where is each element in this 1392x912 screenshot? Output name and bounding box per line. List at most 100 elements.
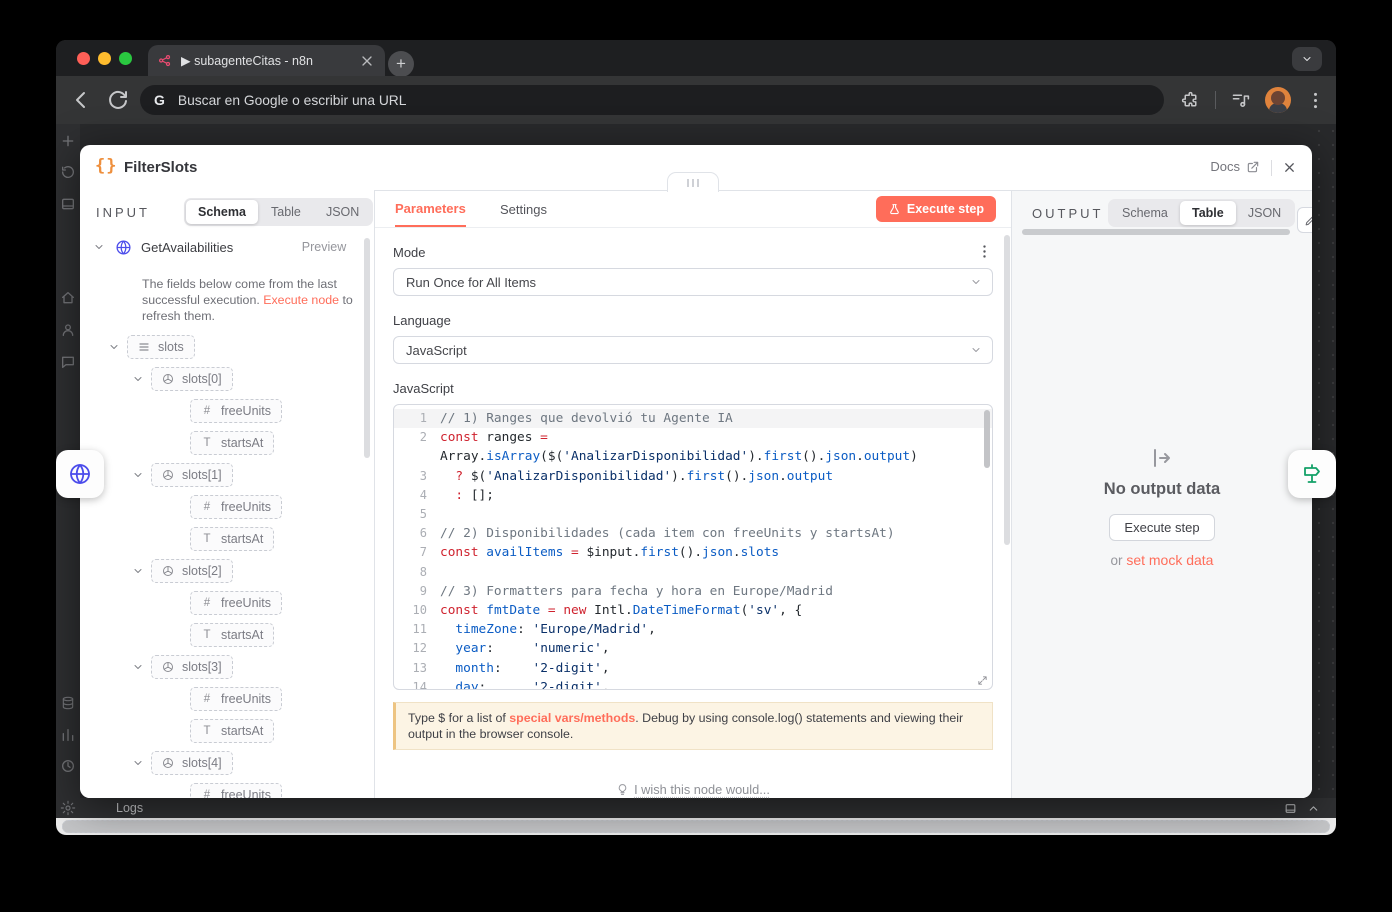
tab-json[interactable]: JSON — [314, 200, 371, 224]
tab-json[interactable]: JSON — [1236, 201, 1293, 225]
tree-item[interactable]: #freeUnits — [80, 587, 374, 619]
tree-item[interactable]: slots[3] — [80, 651, 374, 683]
chevron-down-icon[interactable] — [131, 565, 145, 577]
schema-field-pill[interactable]: slots[0] — [151, 367, 233, 391]
schema-field-pill[interactable]: TstartsAt — [190, 623, 274, 647]
chevron-down-icon[interactable] — [107, 341, 121, 353]
tree-item[interactable]: #freeUnits — [80, 683, 374, 715]
tree-item[interactable]: slots — [80, 331, 374, 363]
string-icon: T — [201, 629, 213, 641]
chevron-down-icon[interactable] — [131, 661, 145, 673]
tree-item[interactable]: TstartsAt — [80, 715, 374, 747]
code-editor[interactable]: 1// 1) Ranges que devolvió tu Agente IA2… — [393, 404, 993, 690]
schema-field-pill[interactable]: #freeUnits — [190, 687, 282, 711]
tree-item[interactable]: #freeUnits — [80, 779, 374, 798]
plus-icon[interactable] — [60, 133, 76, 149]
editor-scrollbar[interactable] — [984, 410, 990, 468]
tree-item[interactable]: TstartsAt — [80, 523, 374, 555]
chevron-down-icon[interactable] — [131, 373, 145, 385]
field-label: startsAt — [221, 532, 263, 546]
schema-field-pill[interactable]: slots[3] — [151, 655, 233, 679]
tab-search-button[interactable] — [1292, 47, 1322, 71]
input-node-stub[interactable] — [56, 450, 104, 498]
tree-item[interactable]: #freeUnits — [80, 395, 374, 427]
schema-tree: slots slots[0] #freeUnits TstartsAt slots[1]… — [80, 331, 374, 798]
tab-close-icon[interactable] — [359, 53, 375, 69]
logs-panel[interactable]: Logs — [80, 798, 1336, 818]
tab-settings[interactable]: Settings — [500, 191, 547, 227]
panel-drag-handle[interactable] — [667, 172, 719, 192]
schema-field-pill[interactable]: slots[2] — [151, 559, 233, 583]
tab-table[interactable]: Table — [258, 200, 314, 224]
schema-field-pill[interactable]: #freeUnits — [190, 591, 282, 615]
chevron-down-icon[interactable] — [131, 469, 145, 481]
execute-step-secondary-button[interactable]: Execute step — [1109, 514, 1214, 541]
chat-icon[interactable] — [60, 354, 76, 370]
schema-field-pill[interactable]: slots[4] — [151, 751, 233, 775]
panel-icon[interactable] — [60, 196, 76, 212]
chevron-up-icon[interactable] — [1307, 802, 1320, 815]
tab-table[interactable]: Table — [1180, 201, 1236, 225]
wish-feedback-link[interactable]: I wish this node would... — [375, 782, 1011, 797]
extensions-icon[interactable] — [1180, 90, 1201, 111]
options-kebab-icon[interactable] — [976, 243, 993, 260]
schema-field-pill[interactable]: #freeUnits — [190, 783, 282, 798]
special-vars-link[interactable]: special vars/methods — [509, 711, 635, 725]
set-mock-data-link[interactable]: set mock data — [1126, 552, 1213, 568]
schema-field-pill[interactable]: slots — [127, 335, 195, 359]
panel-icon[interactable] — [1284, 802, 1297, 815]
reload-icon[interactable] — [106, 88, 130, 112]
schema-field-pill[interactable]: #freeUnits — [190, 495, 282, 519]
mode-select[interactable]: Run Once for All Items — [393, 268, 993, 296]
browser-tab[interactable]: ▶ subagenteCitas - n8n — [148, 45, 385, 76]
globe-icon — [68, 462, 92, 486]
tree-item[interactable]: slots[0] — [80, 363, 374, 395]
node-title[interactable]: FilterSlots — [124, 159, 197, 176]
expand-editor-icon[interactable] — [977, 675, 988, 686]
browser-menu-icon[interactable] — [1305, 90, 1326, 111]
minimize-window-button[interactable] — [98, 52, 111, 65]
chevron-down-icon[interactable] — [131, 757, 145, 769]
schema-field-pill[interactable]: #freeUnits — [190, 399, 282, 423]
language-select[interactable]: JavaScript — [393, 336, 993, 364]
output-node-stub[interactable] — [1288, 450, 1336, 498]
output-scrollbar[interactable] — [1022, 229, 1290, 235]
stack-icon[interactable] — [60, 695, 76, 711]
horizontal-scrollbar[interactable] — [62, 820, 1330, 833]
close-window-button[interactable] — [77, 52, 90, 65]
schema-field-pill[interactable]: slots[1] — [151, 463, 233, 487]
tree-item[interactable]: TstartsAt — [80, 427, 374, 459]
tree-item[interactable]: slots[2] — [80, 555, 374, 587]
profile-avatar[interactable] — [1265, 87, 1291, 113]
edit-output-button[interactable] — [1297, 207, 1312, 233]
media-controls-icon[interactable] — [1230, 90, 1251, 111]
schema-field-pill[interactable]: TstartsAt — [190, 431, 274, 455]
docs-link[interactable]: Docs — [1210, 159, 1260, 174]
parameters-scrollbar[interactable] — [1004, 235, 1010, 545]
history-icon[interactable] — [60, 164, 76, 180]
address-bar[interactable]: G Buscar en Google o escribir una URL — [140, 85, 1164, 115]
input-scrollbar[interactable] — [364, 238, 370, 458]
tree-item[interactable]: slots[4] — [80, 747, 374, 779]
execute-node-link[interactable]: Execute node — [263, 293, 339, 307]
close-icon[interactable] — [1282, 160, 1297, 175]
tree-item[interactable]: slots[1] — [80, 459, 374, 491]
chevron-down-icon[interactable] — [93, 241, 105, 253]
new-tab-button[interactable]: + — [388, 51, 414, 77]
schema-field-pill[interactable]: TstartsAt — [190, 527, 274, 551]
tab-parameters[interactable]: Parameters — [395, 191, 466, 227]
home-icon[interactable] — [60, 290, 76, 306]
user-icon[interactable] — [60, 322, 76, 338]
back-icon[interactable] — [69, 88, 93, 112]
gear-icon[interactable] — [60, 800, 76, 816]
input-node-row[interactable]: GetAvailabilities Preview — [93, 237, 233, 257]
schema-field-pill[interactable]: TstartsAt — [190, 719, 274, 743]
tab-schema[interactable]: Schema — [1110, 201, 1180, 225]
execute-step-button[interactable]: Execute step — [876, 196, 996, 222]
tab-schema[interactable]: Schema — [186, 200, 258, 224]
clock-icon[interactable] — [60, 758, 76, 774]
chart-icon[interactable] — [60, 727, 76, 743]
zoom-window-button[interactable] — [119, 52, 132, 65]
tree-item[interactable]: TstartsAt — [80, 619, 374, 651]
tree-item[interactable]: #freeUnits — [80, 491, 374, 523]
